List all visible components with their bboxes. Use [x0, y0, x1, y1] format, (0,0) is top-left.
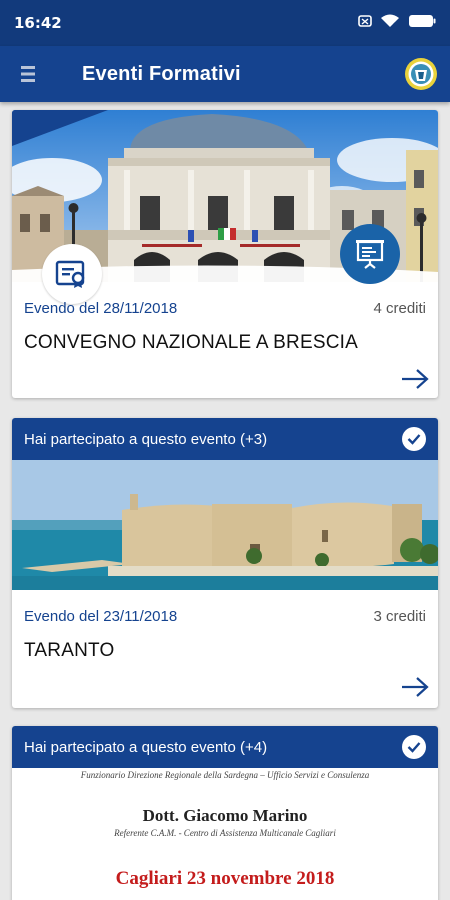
document-role: Referente C.A.M. - Centro di Assistenza … — [114, 828, 336, 838]
organization-logo[interactable] — [404, 57, 438, 91]
event-list[interactable]: Evendo del 28/11/2018 4 crediti CONVEGNO… — [0, 102, 450, 900]
document-place-date: Cagliari 23 novembre 2018 — [115, 868, 335, 889]
event-card[interactable]: Hai partecipato a questo evento (+4) Fun… — [12, 726, 438, 900]
participation-text: Hai partecipato a questo evento (+3) — [24, 430, 268, 448]
battery-icon — [408, 14, 436, 33]
wifi-icon — [380, 13, 400, 34]
status-bar: 16:42 — [0, 0, 450, 46]
seal-icon — [405, 58, 437, 90]
presentation-button[interactable] — [340, 224, 400, 284]
certificate-icon — [55, 260, 85, 288]
open-event-button[interactable] — [400, 676, 430, 698]
app-bar: Eventi Formativi — [0, 46, 450, 102]
event-title: CONVEGNO NAZIONALE A BRESCIA — [24, 332, 358, 353]
participation-banner: Hai partecipato a questo evento (+4) — [12, 726, 438, 768]
participation-banner: Hai partecipato a questo evento (+3) — [12, 418, 438, 460]
page-title: Eventi Formativi — [82, 62, 241, 85]
document-name: Dott. Giacomo Marino — [142, 806, 308, 825]
event-credits: 4 crediti — [373, 300, 426, 317]
open-event-button[interactable] — [400, 368, 430, 390]
status-time: 16:42 — [14, 14, 62, 32]
event-card[interactable]: Hai partecipato a questo evento (+3) Eve… — [12, 418, 438, 708]
menu-button[interactable] — [0, 46, 56, 102]
arrow-right-icon — [402, 677, 429, 697]
notification-icon — [358, 14, 372, 33]
certificate-button[interactable] — [42, 244, 102, 304]
event-date: Evendo del 23/11/2018 — [24, 608, 178, 625]
check-icon — [402, 427, 426, 451]
event-title: TARANTO — [24, 640, 115, 661]
event-image-document: Funzionario Direzione Regionale della Sa… — [12, 768, 438, 900]
participation-text: Hai partecipato a questo evento (+4) — [24, 738, 268, 756]
menu-icon — [21, 66, 35, 82]
event-credits: 3 crediti — [373, 608, 426, 625]
presentation-icon — [356, 240, 384, 269]
arrow-right-icon — [402, 369, 429, 389]
document-line: Funzionario Direzione Regionale della Sa… — [80, 770, 370, 780]
check-icon — [402, 735, 426, 759]
event-image-taranto — [12, 460, 438, 590]
event-card[interactable]: Evendo del 28/11/2018 4 crediti CONVEGNO… — [12, 110, 438, 398]
event-date: Evendo del 28/11/2018 — [24, 300, 178, 317]
